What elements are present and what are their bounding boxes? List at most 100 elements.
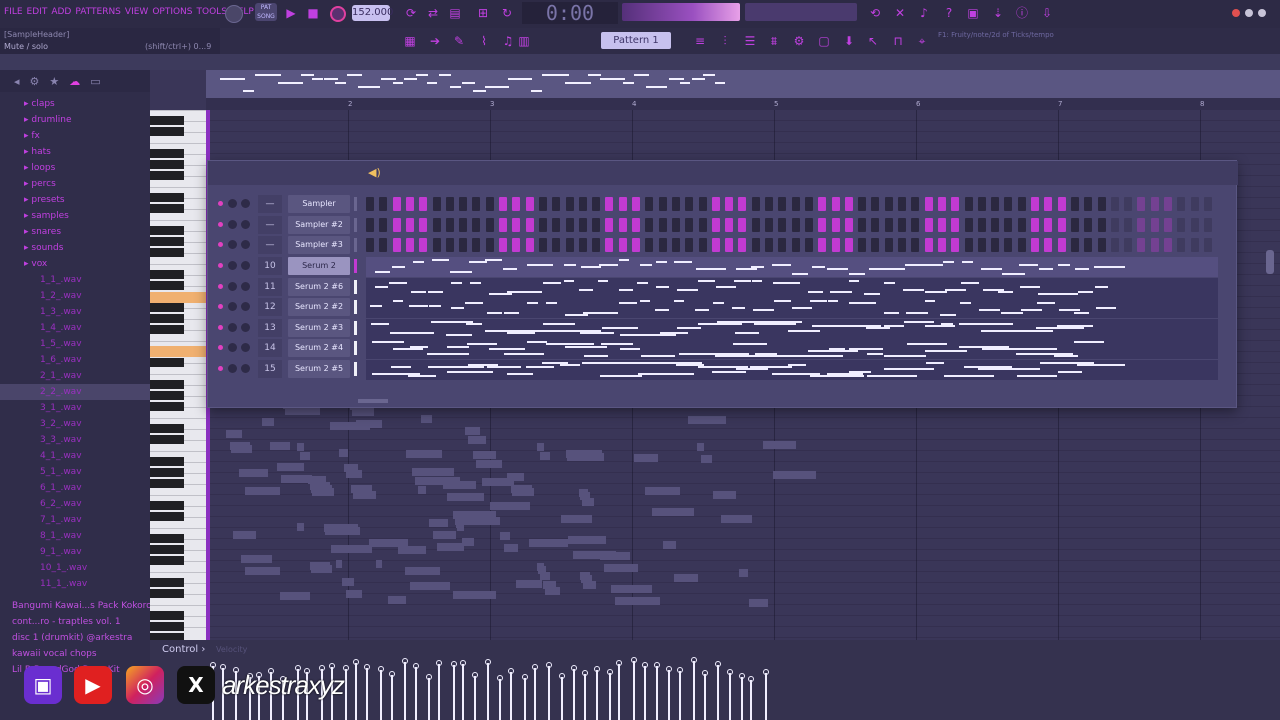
cloud-icon[interactable]: ☁ [69, 75, 80, 88]
velocity-bar[interactable] [741, 677, 743, 720]
step-button[interactable] [512, 217, 521, 232]
black-key[interactable] [150, 391, 184, 400]
pan-knob[interactable] [228, 240, 237, 249]
step-button[interactable] [1044, 197, 1053, 211]
browser-folder[interactable]: ▸ fx [0, 128, 150, 144]
rack-scrollbar[interactable] [358, 399, 388, 403]
refresh-icon[interactable]: ⟲ [868, 6, 882, 20]
info-icon[interactable]: ⓘ [1015, 6, 1029, 20]
vertical-scrollbar[interactable] [1266, 250, 1274, 274]
step-button[interactable] [1017, 217, 1026, 232]
step-button[interactable] [485, 197, 494, 211]
black-key[interactable] [150, 457, 184, 466]
step-button[interactable] [538, 217, 547, 232]
browser-file[interactable]: 8_1_.wav [0, 528, 150, 544]
step-button[interactable] [485, 238, 494, 252]
step-button[interactable] [924, 217, 933, 232]
velocity-bar[interactable] [499, 679, 501, 720]
master-volume-knob[interactable] [225, 5, 243, 23]
step-button[interactable] [658, 238, 667, 252]
step-button[interactable] [658, 197, 667, 211]
close-window-icon[interactable] [1232, 9, 1240, 17]
white-key[interactable] [150, 572, 206, 573]
menu-file[interactable]: FILE [4, 7, 23, 17]
step-button[interactable] [991, 238, 1000, 252]
step-button[interactable] [405, 197, 414, 211]
step-button[interactable] [1150, 197, 1159, 211]
channel-row[interactable]: 12 Serum 2 #2 [208, 298, 1220, 318]
browser-file[interactable]: 3_3_.wav [0, 432, 150, 448]
velocity-handle[interactable] [739, 673, 745, 679]
velocity-bar[interactable] [618, 664, 620, 720]
velocity-bar[interactable] [679, 671, 681, 720]
channel-select-bar[interactable] [354, 259, 357, 273]
channel-select-bar[interactable] [354, 300, 357, 314]
step-button[interactable] [685, 238, 694, 252]
velocity-handle[interactable] [546, 662, 552, 668]
step-button[interactable] [1057, 197, 1066, 211]
black-key[interactable] [150, 402, 184, 411]
channel-led[interactable] [218, 304, 223, 309]
step-button[interactable] [459, 217, 468, 232]
velocity-handle[interactable] [559, 673, 565, 679]
browser-pack[interactable]: Bangumi Kawai...s Pack Kokoro [0, 598, 150, 614]
channel-led[interactable] [218, 221, 223, 227]
step-button[interactable] [1097, 238, 1106, 252]
step-button[interactable] [1150, 217, 1159, 232]
velocity-handle[interactable] [436, 660, 442, 666]
black-key[interactable] [150, 424, 184, 433]
white-key[interactable] [150, 605, 206, 606]
volume-knob[interactable] [241, 261, 250, 270]
volume-knob[interactable] [241, 219, 250, 229]
step-button[interactable] [738, 217, 747, 232]
step-button[interactable] [512, 197, 521, 211]
step-button[interactable] [711, 238, 720, 252]
step-button[interactable] [419, 238, 428, 252]
step-button[interactable] [804, 217, 813, 232]
channel-row[interactable]: 10 Serum 2 [208, 257, 1220, 277]
step-button[interactable] [818, 238, 827, 252]
step-button[interactable] [1177, 197, 1186, 211]
velocity-handle[interactable] [654, 662, 660, 668]
velocity-bar[interactable] [404, 662, 406, 720]
channel-rack-icon[interactable]: ▥ [517, 34, 531, 48]
channel-row[interactable]: — Sampler #3 [208, 236, 1220, 254]
black-key[interactable] [150, 545, 184, 554]
black-key[interactable] [150, 556, 184, 565]
browser-file[interactable]: 3_1_.wav [0, 400, 150, 416]
pan-knob[interactable] [228, 199, 237, 208]
step-button[interactable] [751, 217, 760, 232]
step-button[interactable] [552, 238, 561, 252]
step-button[interactable] [632, 238, 640, 252]
velocity-handle[interactable] [715, 661, 721, 667]
mixer-track-number[interactable]: — [258, 215, 282, 234]
mixer-track-number[interactable]: 15 [258, 359, 282, 378]
step-button[interactable] [1177, 217, 1186, 232]
step-button[interactable] [924, 238, 933, 252]
step-button[interactable] [459, 238, 468, 252]
velocity-handle[interactable] [594, 666, 600, 672]
white-key[interactable] [150, 374, 206, 375]
step-edit-icon[interactable]: ⊞ [476, 6, 490, 20]
pan-knob[interactable] [228, 261, 237, 270]
white-key[interactable] [150, 264, 206, 265]
black-key[interactable] [150, 314, 184, 323]
black-key[interactable] [150, 160, 184, 169]
step-button[interactable] [1097, 217, 1106, 232]
velocity-handle[interactable] [451, 661, 457, 667]
velocity-handle[interactable] [413, 663, 419, 669]
step-button[interactable] [392, 217, 401, 232]
channel-name-button[interactable]: Serum 2 #3 [288, 318, 350, 337]
tempo-display[interactable]: 152.000 [352, 5, 393, 21]
step-button[interactable] [1084, 217, 1093, 232]
browser-folder[interactable]: ▸ presets [0, 192, 150, 208]
step-button[interactable] [884, 217, 893, 232]
step-button[interactable] [592, 197, 601, 211]
white-key[interactable] [150, 143, 206, 144]
song-time-display[interactable]: 0:00 [522, 2, 618, 24]
pan-knob[interactable] [228, 343, 237, 352]
step-button[interactable] [671, 217, 680, 232]
step-button[interactable] [1110, 238, 1119, 252]
step-button[interactable] [725, 217, 734, 232]
arrow-right-icon[interactable]: ➔ [428, 34, 442, 48]
